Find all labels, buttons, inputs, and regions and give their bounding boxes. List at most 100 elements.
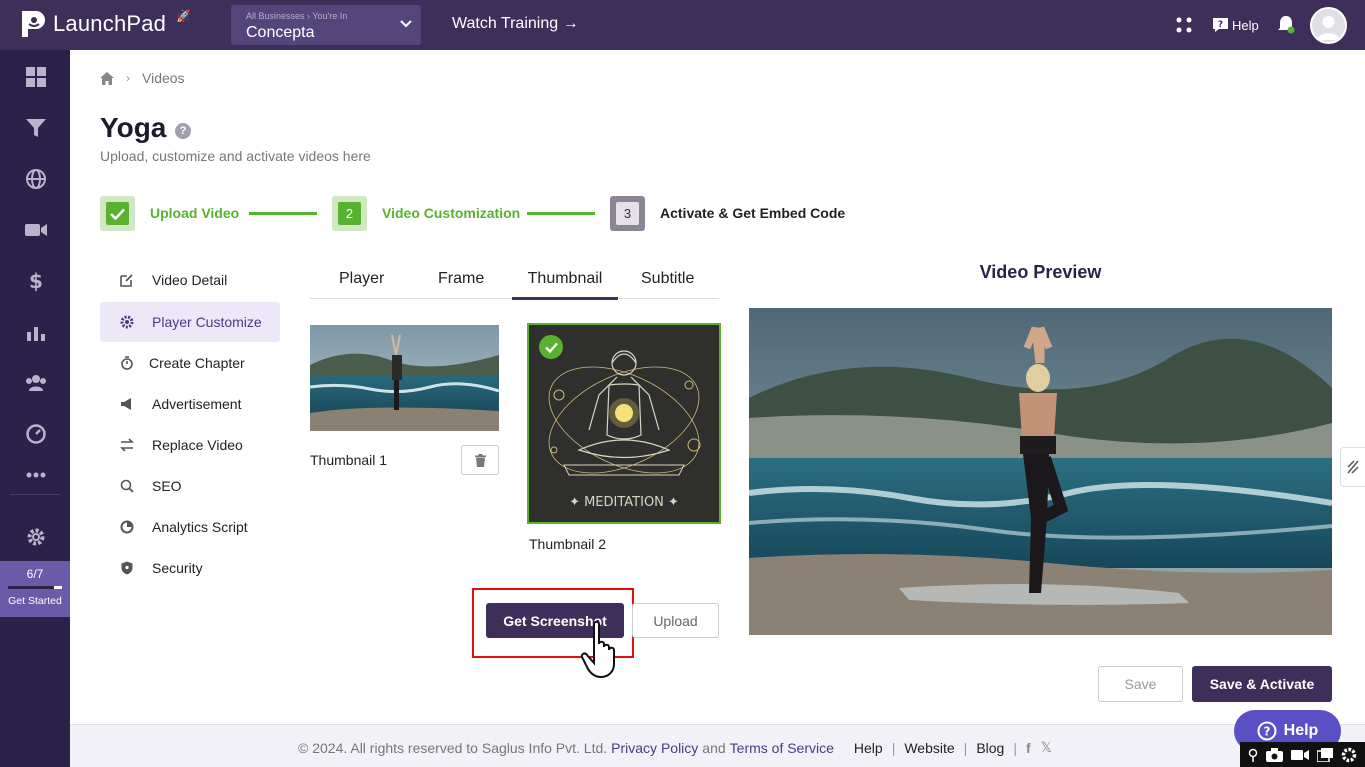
hand-cursor-icon xyxy=(580,620,615,678)
get-started-progress[interactable]: 6/7 Get Started xyxy=(0,561,70,617)
progress-bar-fill xyxy=(8,586,55,589)
windows-icon[interactable] xyxy=(1317,747,1333,762)
more-icon[interactable] xyxy=(24,463,48,487)
watch-training-link[interactable]: Watch Training → xyxy=(452,15,579,33)
menu-analytics-script[interactable]: Analytics Script xyxy=(100,507,280,547)
delete-thumbnail-button[interactable] xyxy=(461,445,499,475)
edit-icon xyxy=(119,272,135,288)
progress-count: 6/7 xyxy=(26,567,44,581)
tab-player[interactable]: Player xyxy=(339,270,384,288)
privacy-policy-link[interactable]: Privacy Policy xyxy=(611,740,698,756)
help-label: Help xyxy=(1232,17,1259,33)
dollar-icon[interactable]: $ xyxy=(24,269,48,293)
camera-icon[interactable] xyxy=(1266,747,1283,762)
breadcrumb: › Videos xyxy=(100,70,185,86)
step-3-number: 3 xyxy=(616,202,639,225)
thumbnail-1-image[interactable] xyxy=(310,325,499,431)
thumbnail-2-label: Thumbnail 2 xyxy=(529,536,607,552)
menu-seo[interactable]: SEO xyxy=(100,466,280,506)
logo-text: LaunchPad xyxy=(53,11,167,36)
business-crumb: All Businesses › You're In xyxy=(246,11,348,21)
svg-text:?: ? xyxy=(1263,725,1270,739)
menu-security[interactable]: Security xyxy=(100,548,280,588)
logo[interactable]: LaunchPad xyxy=(20,9,166,39)
thumbnail-2-image[interactable]: ✦ MEDITATION ✦ xyxy=(527,323,721,524)
video-icon[interactable] xyxy=(24,218,48,242)
users-icon[interactable] xyxy=(24,371,48,395)
step-3-indicator: 3 xyxy=(610,196,645,231)
tab-thumbnail[interactable]: Thumbnail xyxy=(512,270,618,300)
video-preview-player[interactable] xyxy=(749,308,1332,635)
svg-text:?: ? xyxy=(1218,20,1223,30)
footer-website-link[interactable]: Website xyxy=(904,740,954,756)
progress-label: Get Started xyxy=(8,595,62,607)
rocket-icon: 🚀 xyxy=(176,9,191,23)
menu-label: Video Detail xyxy=(152,272,228,288)
chevron-right-icon: › xyxy=(126,71,130,85)
sidebar: $ 6/7 Get Started xyxy=(0,50,70,767)
analytics-icon[interactable] xyxy=(24,320,48,344)
help-widget-label: Help xyxy=(1283,722,1319,739)
shield-icon xyxy=(119,560,135,576)
funnel-icon[interactable] xyxy=(24,116,48,140)
step-connector-1 xyxy=(249,212,317,215)
pin-icon[interactable] xyxy=(1248,748,1258,762)
business-switcher[interactable]: All Businesses › You're In Concepta xyxy=(231,5,421,45)
chevron-down-icon xyxy=(400,20,412,28)
menu-advertisement[interactable]: Advertisement xyxy=(100,384,280,424)
settings-icon[interactable] xyxy=(1341,747,1357,763)
thumbnail-1-label: Thumbnail 1 xyxy=(310,452,388,468)
settings-icon[interactable] xyxy=(24,525,48,549)
video-preview-title: Video Preview xyxy=(979,262,1102,282)
help-circle-icon[interactable]: ? xyxy=(175,123,191,139)
menu-label: Security xyxy=(152,560,203,576)
avatar[interactable] xyxy=(1310,7,1347,44)
tab-frame[interactable]: Frame xyxy=(438,270,484,288)
save-activate-button[interactable]: Save & Activate xyxy=(1192,666,1332,702)
collapse-icon xyxy=(1347,460,1359,474)
upload-button[interactable]: Upload xyxy=(632,603,719,638)
logo-icon xyxy=(20,9,46,39)
page-subtitle: Upload, customize and activate videos he… xyxy=(100,148,371,164)
menu-video-detail[interactable]: Video Detail xyxy=(100,260,280,300)
footer-blog-link[interactable]: Blog xyxy=(976,740,1004,756)
footer-separator: | xyxy=(963,739,968,756)
progress-bar xyxy=(8,586,62,589)
menu-replace-video[interactable]: Replace Video xyxy=(100,425,280,465)
step-connector-2 xyxy=(527,212,595,215)
video-camera-icon[interactable] xyxy=(1291,749,1309,761)
bell-icon[interactable] xyxy=(1277,15,1295,35)
menu-label: SEO xyxy=(152,478,182,494)
stopwatch-icon xyxy=(119,355,135,371)
step-1-label: Upload Video xyxy=(150,205,240,221)
thumbnail-2-art-text: ✦ MEDITATION ✦ xyxy=(569,495,679,510)
footer-and: and xyxy=(702,739,726,756)
x-twitter-icon[interactable]: 𝕏 xyxy=(1041,739,1052,756)
dashboard-icon[interactable] xyxy=(24,65,48,89)
home-icon[interactable] xyxy=(100,71,114,85)
globe-icon[interactable] xyxy=(24,167,48,191)
menu-player-customize[interactable]: Player Customize xyxy=(100,302,280,342)
footer-copyright: © 2024. All rights reserved to Saglus In… xyxy=(298,739,608,756)
footer-help-link[interactable]: Help xyxy=(854,740,883,756)
footer-separator: | xyxy=(1013,739,1017,756)
cog-icon xyxy=(119,314,135,330)
step-2-number: 2 xyxy=(338,202,361,225)
breadcrumb-current[interactable]: Videos xyxy=(142,70,185,86)
help-chat-icon: ? xyxy=(1213,18,1228,32)
apps-grid-icon[interactable] xyxy=(1175,16,1193,34)
help-menu[interactable]: ? Help xyxy=(1212,17,1259,33)
side-panel-toggle[interactable] xyxy=(1340,447,1365,487)
save-button[interactable]: Save xyxy=(1098,666,1183,702)
facebook-icon[interactable]: f xyxy=(1026,740,1031,756)
tab-subtitle[interactable]: Subtitle xyxy=(641,270,694,288)
check-icon xyxy=(106,202,129,225)
help-circle-icon: ? xyxy=(1257,721,1277,741)
customize-tabs: Player Frame Thumbnail Subtitle xyxy=(310,262,719,300)
gauge-icon[interactable] xyxy=(24,422,48,446)
top-bar: LaunchPad 🚀 All Businesses › You're In C… xyxy=(0,0,1365,50)
pie-icon xyxy=(119,519,135,535)
sidebar-divider xyxy=(10,494,60,495)
terms-link[interactable]: Terms of Service xyxy=(730,740,834,756)
menu-create-chapter[interactable]: Create Chapter xyxy=(100,343,280,383)
